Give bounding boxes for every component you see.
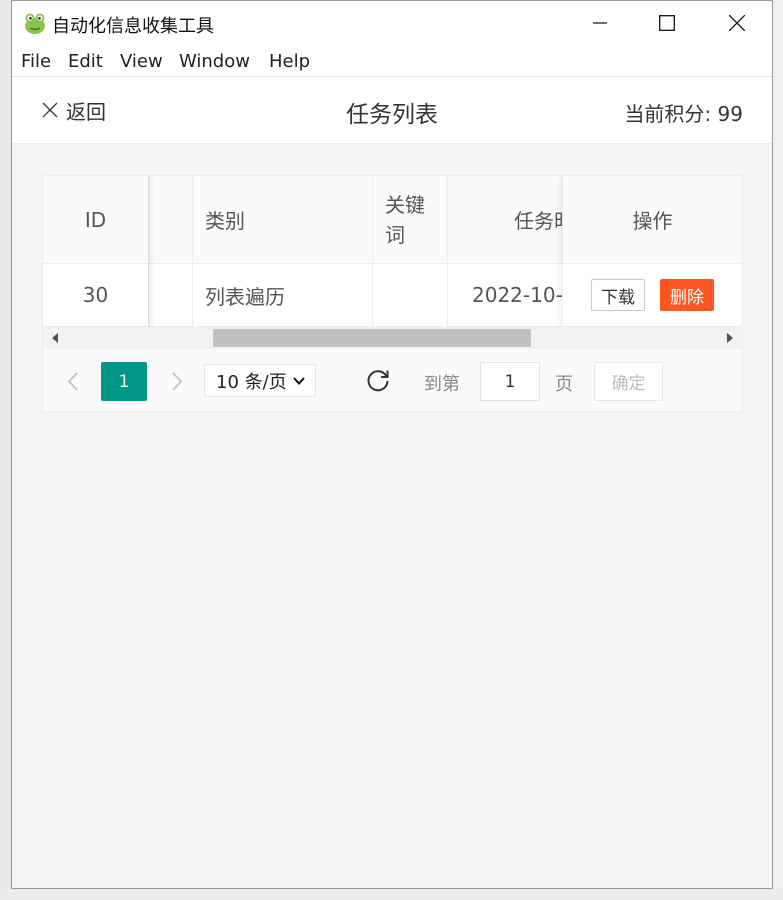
download-button[interactable]: 下载 [591, 279, 645, 311]
column-header-id: ID [43, 176, 149, 264]
row-cell-keyword [373, 264, 448, 327]
maximize-button[interactable] [632, 1, 702, 45]
column-header-action: 操作 [563, 176, 742, 264]
frog-icon [23, 11, 47, 35]
chevron-right-icon [172, 372, 183, 391]
fixed-action-column: 操作 下载 删除 [563, 176, 742, 327]
background-window-edge-bottom [0, 889, 783, 900]
points-display: 当前积分: 99 [624, 98, 743, 127]
page-size-value: 10 条/页 [216, 371, 287, 393]
points-value: 99 [717, 102, 743, 126]
menu-window[interactable]: Window [179, 51, 250, 72]
scroll-left-arrow-icon[interactable] [52, 333, 58, 343]
fixed-column-shadow [148, 176, 154, 327]
delete-button[interactable]: 删除 [660, 279, 714, 311]
close-x-icon [42, 102, 58, 118]
window-close-button[interactable] [702, 1, 772, 45]
goto-label: 到第 [424, 374, 460, 395]
column-header-keyword-line2: 词 [385, 222, 405, 247]
back-button[interactable]: 返回 [42, 96, 106, 124]
maximize-icon [659, 15, 675, 31]
task-table-card: ID 类别 关键 词 任务时 30 列表遍历 2022-10-2 操作 下载 删… [42, 175, 743, 412]
minimize-button[interactable] [565, 1, 635, 45]
row-cell-action [563, 264, 742, 327]
window-close-icon [729, 15, 745, 31]
menu-edit[interactable]: Edit [68, 51, 103, 72]
chevron-left-icon [67, 372, 78, 391]
app-window: 自动化信息收集工具 File Edit View Window Help 任务列… [11, 0, 773, 889]
task-table: ID 类别 关键 词 任务时 30 列表遍历 2022-10-2 操作 下载 删… [43, 176, 742, 327]
column-header-category: 类别 [193, 176, 373, 264]
goto-confirm-button[interactable]: 确定 [594, 362, 663, 401]
goto-page-input[interactable] [480, 362, 540, 401]
minimize-icon [593, 22, 607, 24]
menu-bar: File Edit View Window Help [12, 45, 772, 77]
next-page-button[interactable] [165, 362, 187, 405]
row-cell-spacer [149, 264, 193, 327]
chevron-down-icon [293, 377, 305, 385]
scrollbar-thumb[interactable] [213, 329, 531, 347]
background-window-edge [0, 0, 11, 900]
prev-page-button[interactable] [63, 362, 85, 405]
refresh-icon [367, 370, 389, 392]
page-header: 任务列表 返回 当前积分: 99 [12, 77, 772, 144]
menu-file[interactable]: File [21, 51, 51, 72]
menu-help[interactable]: Help [269, 51, 310, 72]
page-size-select[interactable]: 10 条/页 [204, 364, 316, 397]
back-label: 返回 [66, 99, 106, 124]
scroll-right-arrow-icon[interactable] [727, 333, 733, 343]
column-header-keyword: 关键 词 [373, 176, 448, 264]
row-cell-id: 30 [43, 264, 149, 327]
menu-view[interactable]: View [120, 51, 163, 72]
row-cell-category: 列表遍历 [193, 264, 373, 327]
page-unit-label: 页 [555, 374, 573, 395]
title-bar: 自动化信息收集工具 [12, 1, 772, 45]
column-header-keyword-line1: 关键 [385, 192, 425, 217]
window-title: 自动化信息收集工具 [52, 16, 214, 37]
refresh-button[interactable] [365, 367, 391, 397]
column-header-checkbox-spacer [149, 176, 193, 264]
page-button-current[interactable]: 1 [101, 362, 147, 401]
horizontal-scrollbar[interactable] [43, 327, 742, 349]
points-label: 当前积分: [624, 102, 712, 126]
